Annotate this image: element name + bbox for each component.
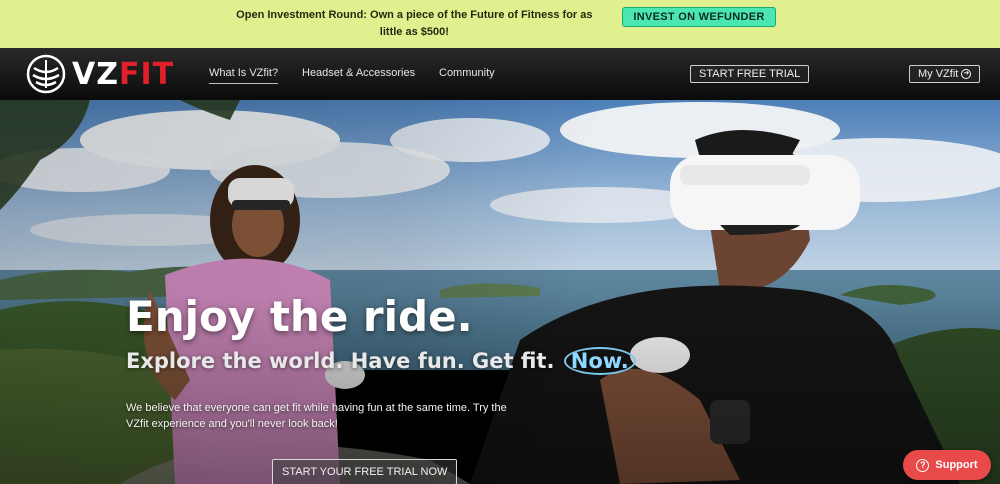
invest-button[interactable]: INVEST ON WEFUNDER: [622, 7, 776, 27]
support-label: Support: [935, 459, 978, 471]
hero-subtitle: Explore the world. Have fun. Get fit. No…: [126, 347, 636, 375]
vzfit-logo[interactable]: VZFIT: [26, 54, 175, 94]
start-trial-cta-button[interactable]: START YOUR FREE TRIAL NOW: [272, 459, 458, 484]
arrow-circle-right-icon: ➜: [961, 69, 972, 79]
nav-link-headset-accessories[interactable]: Headset & Accessories: [302, 67, 415, 79]
main-nav: VZFIT What Is VZfit? Headset & Accessori…: [0, 48, 1000, 100]
vzfit-logo-icon: [26, 54, 66, 94]
nav-link-community[interactable]: Community: [439, 67, 495, 79]
question-circle-icon: ?: [916, 458, 930, 472]
hero-subtitle-text: Explore the world. Have fun. Get fit.: [126, 349, 555, 373]
start-trial-cta-label: START YOUR FREE TRIAL NOW: [282, 466, 448, 478]
hero-section: Enjoy the ride. Explore the world. Have …: [0, 100, 1000, 484]
announcement-text: Open Investment Round: Own a piece of th…: [236, 9, 593, 38]
hero-body-text: We believe that everyone can get fit whi…: [126, 402, 507, 430]
support-button[interactable]: ? Support: [903, 450, 991, 480]
my-vzfit-button[interactable]: My VZfit ➜: [909, 65, 981, 83]
my-vzfit-label: My VZfit: [918, 68, 959, 80]
hero-subtitle-highlight: Now.: [563, 347, 636, 375]
start-free-trial-label: START FREE TRIAL: [699, 68, 801, 80]
hero-title: Enjoy the ride.: [126, 292, 473, 341]
announcement-bar: Open Investment Round: Own a piece of th…: [0, 0, 1000, 48]
logo-wordmark: VZFIT: [72, 56, 175, 92]
start-free-trial-button[interactable]: START FREE TRIAL: [690, 65, 810, 83]
nav-link-what-is-vzfit[interactable]: What Is VZfit?: [209, 67, 279, 84]
